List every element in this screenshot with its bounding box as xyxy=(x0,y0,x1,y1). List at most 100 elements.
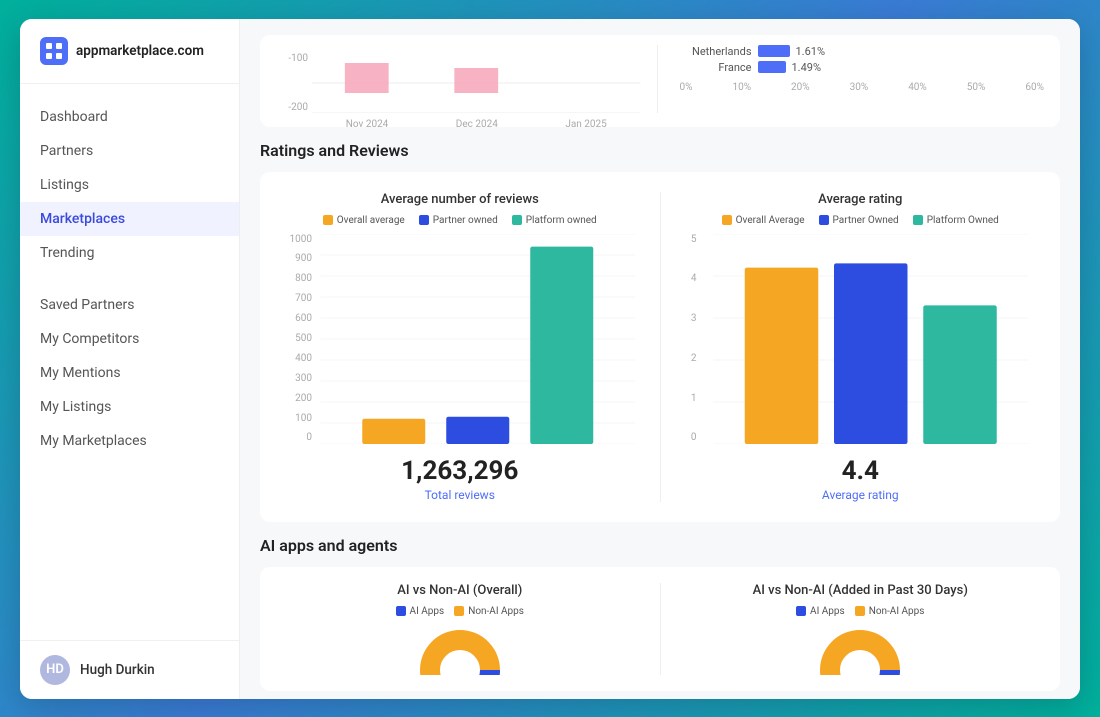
sidebar: appmarketplace.com Dashboard Partners Li… xyxy=(20,19,240,699)
avg-reviews-title: Average number of reviews xyxy=(280,192,640,207)
x-pct-label: 10% xyxy=(732,82,751,93)
y-label: -200 xyxy=(276,102,308,113)
x-axis-pct-labels: 0% 10% 20% 30% 40% 50% 60% xyxy=(680,82,1045,93)
legend-label-ai: AI Apps xyxy=(410,606,445,617)
charts-row: Average number of reviews Overall averag… xyxy=(280,192,1040,502)
sidebar-user: HD Hugh Durkin xyxy=(20,640,239,699)
ai-chart-divider xyxy=(660,583,661,675)
bar-partner xyxy=(446,416,509,443)
legend-dot-nonai xyxy=(454,606,464,616)
ai-overall-title: AI vs Non-AI (Overall) xyxy=(280,583,640,598)
legend-overall-avg-r: Overall Average xyxy=(722,215,805,226)
x-pct-label: 40% xyxy=(908,82,927,93)
legend-label: Platform owned xyxy=(526,215,597,226)
sidebar-item-my-competitors[interactable]: My Competitors xyxy=(20,322,239,356)
nav-divider xyxy=(20,270,239,288)
rating-bar-overall xyxy=(744,267,818,443)
x-pct-label: 50% xyxy=(967,82,986,93)
user-name: Hugh Durkin xyxy=(80,662,155,678)
sidebar-item-partners[interactable]: Partners xyxy=(20,134,239,168)
legend-non-ai-apps-30: Non-AI Apps xyxy=(855,606,925,617)
sidebar-item-listings[interactable]: Listings xyxy=(20,168,239,202)
rating-bar-platform xyxy=(923,305,997,444)
bar-fill xyxy=(758,61,786,73)
legend-platform-owned: Platform owned xyxy=(512,215,597,226)
sidebar-item-trending[interactable]: Trending xyxy=(20,236,239,270)
ratings-section: Ratings and Reviews Average number of re… xyxy=(260,141,1060,522)
sidebar-item-my-marketplaces[interactable]: My Marketplaces xyxy=(20,424,239,458)
legend-partner-owned: Partner owned xyxy=(419,215,498,226)
donut-svg-past30 xyxy=(815,625,905,675)
legend-non-ai-apps: Non-AI Apps xyxy=(454,606,524,617)
y-label: -100 xyxy=(276,53,308,64)
sidebar-item-my-mentions[interactable]: My Mentions xyxy=(20,356,239,390)
legend-label-r: Overall Average xyxy=(736,215,805,226)
x-label: Dec 2024 xyxy=(456,119,498,127)
legend-label-nonai: Non-AI Apps xyxy=(468,606,524,617)
sidebar-item-marketplaces[interactable]: Marketplaces xyxy=(20,202,239,236)
bar-platform xyxy=(530,246,593,443)
bar-overall xyxy=(362,418,425,443)
legend-ai-apps: AI Apps xyxy=(396,606,445,617)
sidebar-item-my-listings[interactable]: My Listings xyxy=(20,390,239,424)
avg-rating-title: Average rating xyxy=(681,192,1041,207)
legend-overall-avg: Overall average xyxy=(323,215,405,226)
sidebar-logo: appmarketplace.com xyxy=(20,19,239,84)
x-pct-label: 20% xyxy=(791,82,810,93)
legend-label-r: Platform Owned xyxy=(927,215,999,226)
legend-partner-owned-r: Partner Owned xyxy=(819,215,899,226)
x-label: Nov 2024 xyxy=(346,119,389,127)
x-pct-label: 30% xyxy=(850,82,869,93)
x-axis-labels: Nov 2024 Dec 2024 Jan 2025 xyxy=(312,119,641,127)
legend-dot-blue-r xyxy=(819,215,829,225)
top-partial-card: -100 -200 Nov 2024 Dec 2 xyxy=(260,35,1060,127)
x-label: Jan 2025 xyxy=(565,119,606,127)
total-reviews-label: Total reviews xyxy=(280,488,640,502)
top-left-chart: -100 -200 Nov 2024 Dec 2 xyxy=(276,45,658,113)
ai-past30-chart: AI vs Non-AI (Added in Past 30 Days) AI … xyxy=(681,583,1041,675)
ai-section: AI apps and agents xyxy=(260,536,1060,555)
legend-label-nonai-30: Non-AI Apps xyxy=(869,606,925,617)
bar-pct: 1.61% xyxy=(796,45,826,58)
bar-chart-svg xyxy=(316,234,640,444)
logo-text: appmarketplace.com xyxy=(76,43,204,59)
legend-label-ai-30: AI Apps xyxy=(810,606,845,617)
total-reviews-number: 1,263,296 xyxy=(280,456,640,486)
sidebar-item-dashboard[interactable]: Dashboard xyxy=(20,100,239,134)
legend-dot-blue xyxy=(419,215,429,225)
x-pct-label: 0% xyxy=(680,82,693,93)
top-right-chart: Netherlands 1.61% France 1.49% 0% 10% 20… xyxy=(668,45,1045,113)
ratings-card: Average number of reviews Overall averag… xyxy=(260,172,1060,522)
legend-label: Overall average xyxy=(337,215,405,226)
bar-label: Netherlands xyxy=(680,45,752,58)
app-container: appmarketplace.com Dashboard Partners Li… xyxy=(20,19,1080,699)
legend-dot-teal xyxy=(512,215,522,225)
rating-bar-partner xyxy=(834,263,908,444)
ai-section-title: AI apps and agents xyxy=(260,536,1060,555)
legend-ai-apps-30: AI Apps xyxy=(796,606,845,617)
line-chart-area: Nov 2024 Dec 2024 Jan 2025 xyxy=(312,53,641,113)
legend-platform-owned-r: Platform Owned xyxy=(913,215,999,226)
ai-overall-chart: AI vs Non-AI (Overall) AI Apps Non-AI Ap… xyxy=(280,583,640,675)
sidebar-item-saved-partners[interactable]: Saved Partners xyxy=(20,288,239,322)
x-pct-label: 60% xyxy=(1025,82,1044,93)
avg-reviews-legend: Overall average Partner owned Platform o… xyxy=(280,215,640,226)
ratings-section-title: Ratings and Reviews xyxy=(260,141,1060,160)
bar-label: France xyxy=(680,61,752,74)
legend-dot-nonai-30 xyxy=(855,606,865,616)
ai-overall-legend: AI Apps Non-AI Apps xyxy=(280,606,640,617)
legend-dot-ai xyxy=(396,606,406,616)
donut-area-overall xyxy=(280,625,640,675)
y-axis-labels: -100 -200 xyxy=(276,53,312,113)
avg-rating-chart: Average rating Overall Average Partner O… xyxy=(681,192,1041,502)
avg-reviews-bar-chart: 1000 900 800 700 600 500 400 300 200 100 xyxy=(280,234,640,444)
y-axis-rating: 5 4 3 2 1 0 xyxy=(681,234,701,444)
y-axis: 1000 900 800 700 600 500 400 300 200 100 xyxy=(280,234,316,444)
donut-svg-overall xyxy=(415,625,505,675)
avg-reviews-chart: Average number of reviews Overall averag… xyxy=(280,192,640,502)
ai-past30-legend: AI Apps Non-AI Apps xyxy=(681,606,1041,617)
legend-dot-orange-r xyxy=(722,215,732,225)
rating-bar-area xyxy=(701,234,1041,444)
logo-icon xyxy=(40,37,68,65)
legend-dot-teal-r xyxy=(913,215,923,225)
